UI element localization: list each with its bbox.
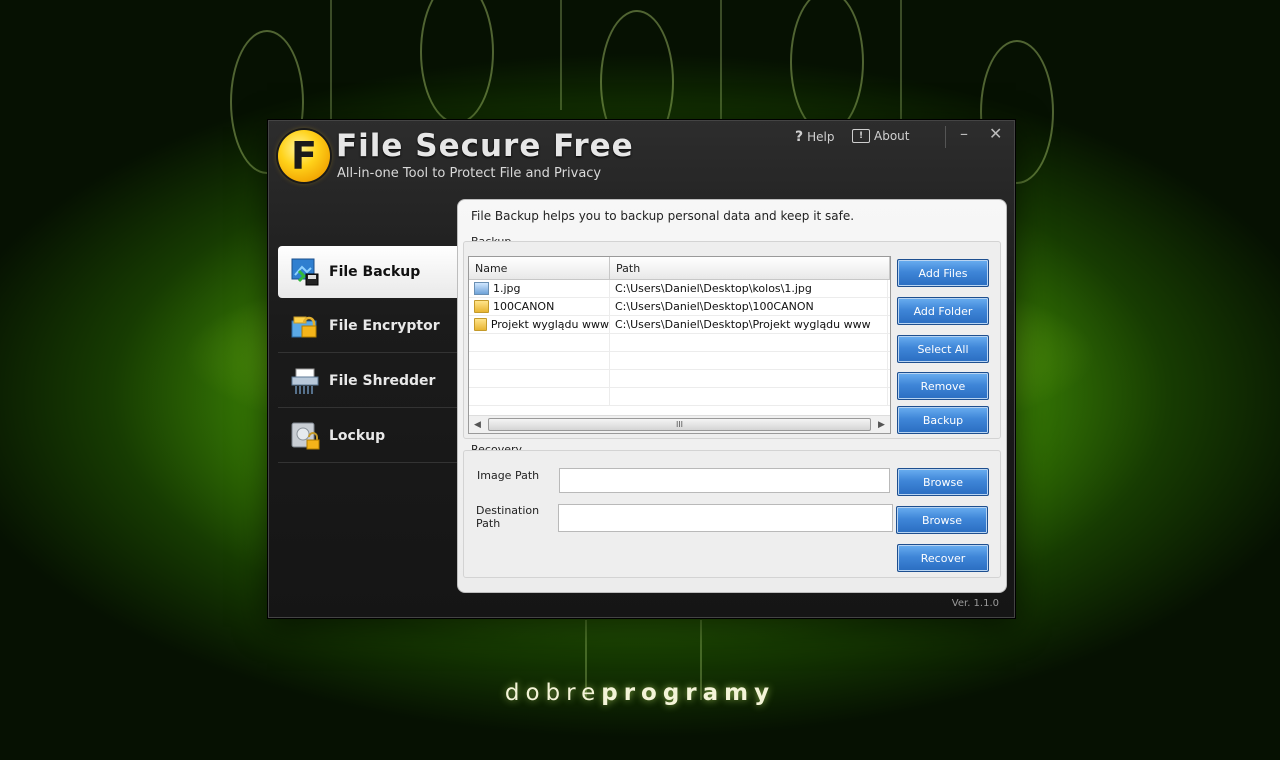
horizontal-scrollbar[interactable]: ◀ III ▶ <box>469 415 890 433</box>
help-link[interactable]: ? Help <box>795 129 834 145</box>
empty-row <box>469 352 890 370</box>
brand-watermark: dobreprogramy <box>0 680 1280 706</box>
shredder-icon <box>290 366 320 396</box>
brand-part1: dobre <box>504 680 602 706</box>
add-files-button[interactable]: Add Files <box>897 259 989 287</box>
nav-item-file-backup[interactable]: File Backup <box>278 246 458 298</box>
column-header-path[interactable]: Path <box>610 257 890 279</box>
destination-path-label: Destination Path <box>476 504 540 530</box>
folder-icon <box>474 318 487 331</box>
nav-item-file-shredder[interactable]: File Shredder <box>278 355 458 408</box>
add-folder-button[interactable]: Add Folder <box>897 297 989 325</box>
destination-path-input[interactable] <box>558 504 893 532</box>
close-button[interactable]: ✕ <box>989 124 1002 143</box>
main-panel: File Backup helps you to backup personal… <box>457 199 1007 593</box>
table-row[interactable]: 1.jpg C:\Users\Daniel\Desktop\kolos\1.jp… <box>469 280 890 298</box>
panel-intro: File Backup helps you to backup personal… <box>471 209 855 223</box>
image-file-icon <box>474 282 489 295</box>
table-row[interactable]: Projekt wyglądu www C:\Users\Daniel\Desk… <box>469 316 890 334</box>
app-title: File Secure Free <box>336 128 634 164</box>
scroll-right-icon[interactable]: ▶ <box>873 420 890 430</box>
nav-item-label: File Backup <box>329 264 421 280</box>
about-label: About <box>874 129 910 143</box>
row-name: 100CANON <box>493 300 555 313</box>
image-path-input[interactable] <box>559 468 890 493</box>
row-name: Projekt wyglądu www <box>490 318 609 331</box>
row-path: C:\Users\Daniel\Desktop\100CANON <box>610 298 888 315</box>
version-label: Ver. 1.1.0 <box>951 598 999 609</box>
folder-icon <box>474 300 489 313</box>
scroll-left-icon[interactable]: ◀ <box>469 420 486 430</box>
table-row[interactable]: 100CANON C:\Users\Daniel\Desktop\100CANO… <box>469 298 890 316</box>
image-path-label: Image Path <box>477 469 540 482</box>
empty-row <box>469 388 890 406</box>
browse-destination-button[interactable]: Browse <box>896 506 988 534</box>
backup-icon <box>290 257 320 287</box>
list-header: Name Path <box>469 257 890 280</box>
minimize-button[interactable]: – <box>960 124 968 143</box>
help-icon: ? <box>795 129 804 145</box>
empty-row <box>469 334 890 352</box>
about-icon: ! <box>852 129 870 143</box>
brand-part2: programy <box>601 680 776 706</box>
encryptor-icon <box>290 311 320 341</box>
column-header-name[interactable]: Name <box>469 257 610 279</box>
title-separator <box>945 126 946 148</box>
row-path: C:\Users\Daniel\Desktop\kolos\1.jpg <box>610 280 888 297</box>
sidebar-nav: File Backup File Encryptor File Shredder… <box>278 246 458 465</box>
app-window: F File Secure Free All-in-one Tool to Pr… <box>267 119 1016 619</box>
help-label: Help <box>807 130 835 144</box>
nav-item-label: File Shredder <box>329 373 436 389</box>
nav-item-label: Lockup <box>329 428 386 444</box>
about-link[interactable]: ! About <box>852 129 909 143</box>
nav-item-label: File Encryptor <box>329 318 440 334</box>
browse-image-button[interactable]: Browse <box>897 468 989 496</box>
recover-button[interactable]: Recover <box>897 544 989 572</box>
row-name: 1.jpg <box>493 282 521 295</box>
nav-item-file-encryptor[interactable]: File Encryptor <box>278 300 458 353</box>
app-logo: F <box>278 130 330 182</box>
app-subtitle: All-in-one Tool to Protect File and Priv… <box>337 166 602 181</box>
row-path: C:\Users\Daniel\Desktop\Projekt wyglądu … <box>610 316 888 333</box>
empty-row <box>469 370 890 388</box>
remove-button[interactable]: Remove <box>897 372 989 400</box>
backup-button[interactable]: Backup <box>897 406 989 434</box>
nav-item-lockup[interactable]: Lockup <box>278 410 458 463</box>
scroll-thumb[interactable]: III <box>488 418 871 431</box>
backup-file-list[interactable]: Name Path 1.jpg C:\Users\Daniel\Desktop\… <box>468 256 891 434</box>
lockup-icon <box>290 421 320 451</box>
select-all-button[interactable]: Select All <box>897 335 989 363</box>
